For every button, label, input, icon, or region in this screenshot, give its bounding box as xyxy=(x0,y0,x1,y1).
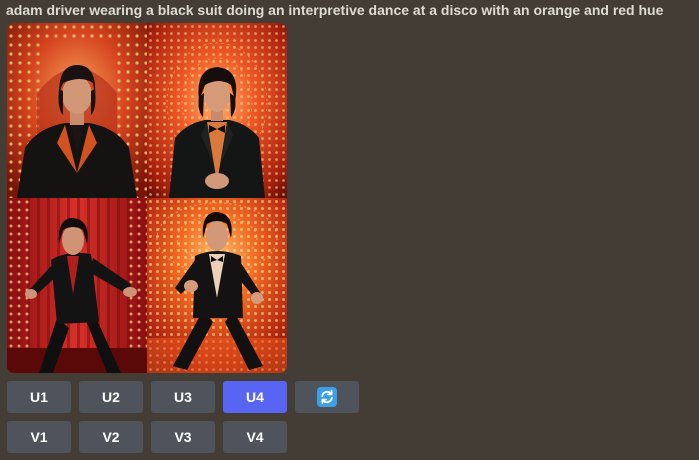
refresh-icon xyxy=(317,387,337,407)
grid-image-1-art xyxy=(7,23,147,198)
grid-image-4[interactable] xyxy=(147,198,287,373)
reroll-button[interactable] xyxy=(295,381,359,413)
variation-button-row: V1 V2 V3 V4 xyxy=(7,421,287,453)
upscale-button-u1[interactable]: U1 xyxy=(7,381,71,413)
variation-button-v3[interactable]: V3 xyxy=(151,421,215,453)
grid-image-1[interactable] xyxy=(7,23,147,198)
grid-image-3[interactable] xyxy=(7,198,147,373)
upscale-button-u3[interactable]: U3 xyxy=(151,381,215,413)
grid-image-3-art xyxy=(7,198,147,373)
grid-image-4-art xyxy=(147,198,287,373)
variation-button-v4[interactable]: V4 xyxy=(223,421,287,453)
grid-image-2[interactable] xyxy=(147,23,287,198)
variation-button-v1[interactable]: V1 xyxy=(7,421,71,453)
upscale-button-u2[interactable]: U2 xyxy=(79,381,143,413)
upscale-button-row: U1 U2 U3 U4 xyxy=(7,381,359,413)
image-grid[interactable] xyxy=(7,23,287,373)
grid-image-2-art xyxy=(147,23,287,198)
prompt-text: adam driver wearing a black suit doing a… xyxy=(6,2,664,18)
variation-button-v2[interactable]: V2 xyxy=(79,421,143,453)
upscale-button-u4[interactable]: U4 xyxy=(223,381,287,413)
